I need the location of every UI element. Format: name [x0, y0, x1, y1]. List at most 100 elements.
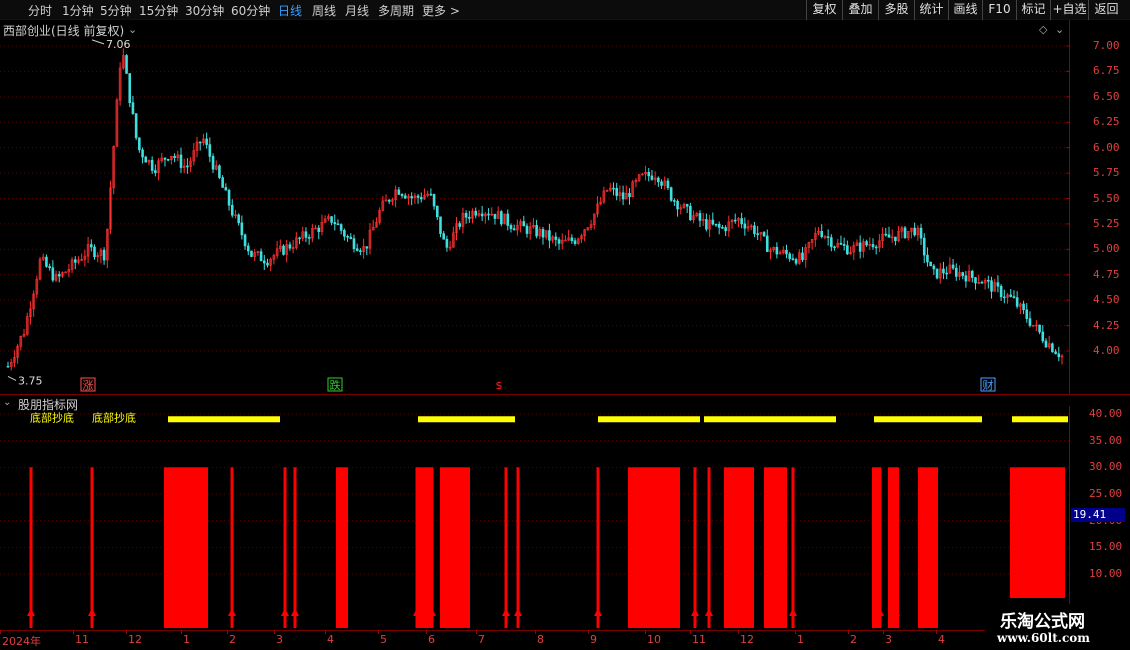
candle-body [740, 218, 743, 225]
candle-body [45, 256, 48, 267]
candle-body [884, 233, 888, 236]
f10-button[interactable]: F10 [982, 0, 1016, 20]
candle-body [714, 223, 718, 226]
date-tick-label: 2024年 [2, 635, 41, 648]
candle-body [839, 242, 843, 245]
candle-body [419, 197, 423, 200]
candle-body [218, 165, 221, 178]
period-tab-monthly[interactable]: 月线 [345, 2, 369, 19]
period-tab-fenshi[interactable]: 分时 [28, 2, 52, 19]
arrow-up-icon [691, 608, 699, 616]
period-tab-30min[interactable]: 30分钟 [185, 2, 224, 19]
period-tab-60min[interactable]: 60分钟 [231, 2, 270, 19]
candle-body [666, 180, 670, 188]
event-marker[interactable]: 跌 [330, 378, 341, 392]
candle-body [163, 157, 167, 160]
date-tick [936, 630, 937, 634]
date-tick-label: 7 [478, 633, 485, 646]
candle-body [166, 159, 170, 161]
indicator-tick-label: 25.00 [1089, 487, 1123, 500]
candle-body [487, 213, 490, 216]
signal-bar [791, 467, 795, 628]
candle-body [794, 259, 798, 264]
mark-button[interactable]: 标记 [1016, 0, 1050, 20]
candle-body [208, 144, 212, 157]
candle-body [343, 230, 346, 237]
period-tab-more[interactable]: 更多 > [422, 2, 460, 19]
candle-body [179, 154, 183, 168]
candle-body [240, 222, 244, 236]
candle-body [304, 231, 308, 238]
candle-body [435, 205, 439, 218]
signal-bar-wide [764, 467, 787, 628]
candle-body [141, 149, 144, 158]
period-tab-15min[interactable]: 15分钟 [139, 2, 178, 19]
overlay-button[interactable]: 叠加 [842, 0, 878, 20]
period-tab-weekly[interactable]: 周线 [312, 2, 336, 19]
date-tick [476, 630, 477, 634]
period-tab-1min[interactable]: 1分钟 [62, 2, 94, 19]
candle-body [144, 156, 148, 163]
date-tick [378, 630, 379, 634]
event-marker[interactable]: 财 [983, 378, 994, 392]
candle-body [826, 236, 830, 238]
candle-body [628, 193, 631, 198]
candle-body [724, 227, 727, 232]
arrow-up-icon [502, 608, 510, 616]
indicator-chart[interactable]: 底部抄底 底部抄底 [0, 406, 1070, 630]
candle-body [506, 213, 510, 226]
candle-body [346, 236, 349, 238]
candle-body [689, 205, 692, 221]
candle-body [387, 199, 391, 202]
candle-body [150, 159, 154, 171]
candle-body [432, 194, 436, 207]
arrow-up-icon [228, 608, 236, 616]
candle-body [330, 216, 333, 223]
candle-body [282, 245, 285, 255]
candlestick-chart[interactable]: 7.06 3.75 涨 跌 $ 财 [0, 20, 1070, 394]
candle-body [186, 165, 189, 168]
candle-body [221, 177, 224, 188]
current-value-badge: 19.41 [1071, 508, 1125, 522]
signal-bar [693, 467, 697, 628]
candle-body [765, 235, 769, 252]
stats-button[interactable]: 统计 [914, 0, 948, 20]
signal-bar-wide [416, 467, 432, 628]
candle-body [1057, 353, 1061, 358]
candle-body [791, 258, 795, 261]
indicator-tick-label: 40.00 [1089, 407, 1123, 420]
candle-body [951, 264, 955, 269]
candle-body [224, 187, 228, 191]
candle-body [929, 261, 932, 267]
period-tab-daily[interactable]: 日线 [278, 2, 302, 19]
multi-stock-button[interactable]: 多股 [878, 0, 914, 20]
arrow-up-icon [705, 608, 713, 616]
price-tick-label: 5.00 [1093, 242, 1120, 256]
event-marker[interactable]: 涨 [83, 379, 94, 392]
signal-bar [596, 467, 600, 628]
candle-body [698, 213, 702, 221]
candle-body [820, 230, 824, 237]
candle-body [788, 253, 791, 260]
period-tab-multi[interactable]: 多周期 [378, 2, 414, 19]
signal-bar [230, 467, 234, 628]
candle-body [298, 237, 301, 240]
candle-body [858, 242, 862, 252]
candle-body [474, 210, 478, 216]
date-tick-label: 11 [75, 633, 89, 646]
period-tab-5min[interactable]: 5分钟 [100, 2, 132, 19]
adjust-button[interactable]: 复权 [806, 0, 842, 20]
draw-line-button[interactable]: 画线 [948, 0, 982, 20]
signal-bar-wide [888, 467, 899, 628]
candle-body [621, 192, 625, 200]
arrow-up-icon [27, 608, 35, 616]
back-button[interactable]: 返回 [1088, 0, 1124, 20]
add-watchlist-button[interactable]: +自选 [1050, 0, 1088, 20]
candle-body [397, 189, 401, 195]
date-tick [73, 630, 74, 634]
date-tick-label: 8 [537, 633, 544, 646]
price-tick-label: 6.75 [1093, 64, 1120, 78]
date-tick-label: 4 [327, 633, 334, 646]
event-marker[interactable]: $ [496, 379, 503, 392]
candle-body [131, 102, 135, 114]
